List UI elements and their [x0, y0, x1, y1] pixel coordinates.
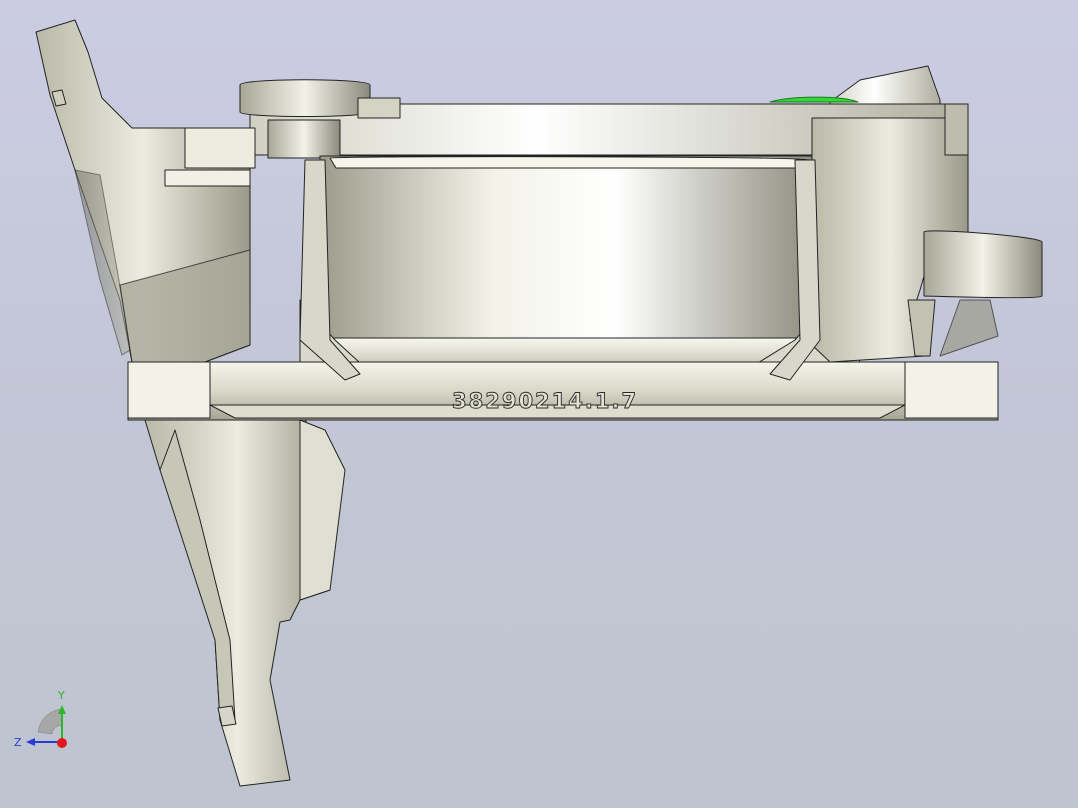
top-rail-left-block — [184, 127, 256, 169]
top-boss-shoulder — [267, 119, 341, 159]
cylinder-body — [319, 155, 813, 346]
flange-right-boss — [904, 361, 999, 419]
axis-triad-rotation-arc — [37, 708, 63, 735]
z-axis-label: Z — [14, 736, 22, 749]
upper-bracket-step — [164, 169, 251, 187]
flange-left-boss — [127, 361, 211, 419]
right-lug-shade — [939, 299, 999, 357]
top-clip — [357, 97, 401, 119]
y-axis-label: Y — [57, 689, 65, 702]
model-view[interactable]: 38290214.1.7 Y Z — [0, 0, 1078, 808]
lower-bracket-rib — [299, 419, 346, 601]
right-lug — [923, 230, 1043, 299]
z-axis-arrow-icon — [26, 738, 35, 746]
x-axis-point-icon — [57, 738, 67, 748]
right-edge-strip — [944, 103, 969, 156]
cylinder-top-lip — [329, 156, 809, 169]
embossed-part-number: 38290214.1.7 — [452, 389, 638, 413]
axis-triad-icon[interactable]: Y Z — [14, 689, 67, 749]
top-boss — [239, 79, 371, 117]
cad-viewport[interactable]: 38290214.1.7 Y Z — [0, 0, 1078, 808]
